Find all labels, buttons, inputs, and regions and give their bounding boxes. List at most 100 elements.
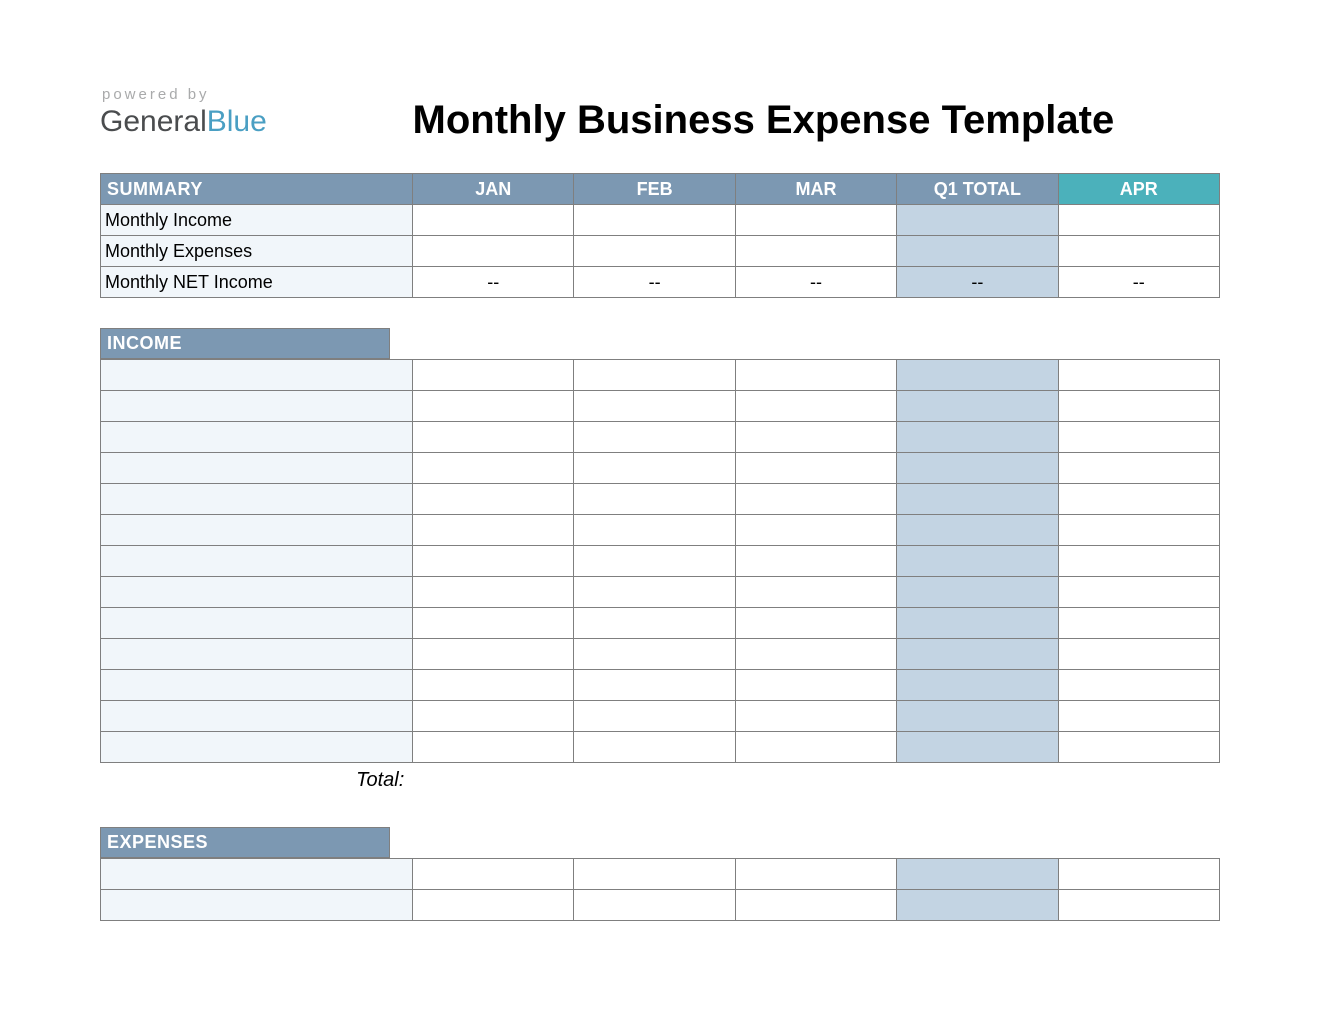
row-label-cell[interactable] [101, 732, 413, 763]
data-cell[interactable] [735, 890, 896, 921]
data-cell[interactable] [574, 890, 735, 921]
data-cell[interactable] [897, 732, 1058, 763]
data-cell[interactable] [735, 391, 896, 422]
data-cell[interactable] [735, 515, 896, 546]
data-cell[interactable] [1058, 360, 1219, 391]
data-cell[interactable] [574, 453, 735, 484]
data-cell[interactable] [574, 701, 735, 732]
data-cell[interactable] [735, 608, 896, 639]
data-cell[interactable] [735, 484, 896, 515]
data-cell[interactable] [413, 515, 574, 546]
data-cell[interactable] [413, 360, 574, 391]
row-label-cell[interactable] [101, 515, 413, 546]
data-cell[interactable] [413, 859, 574, 890]
data-cell[interactable] [1058, 391, 1219, 422]
data-cell[interactable] [1058, 639, 1219, 670]
data-cell[interactable] [413, 732, 574, 763]
data-cell[interactable] [1058, 577, 1219, 608]
data-cell[interactable] [574, 577, 735, 608]
data-cell[interactable] [897, 639, 1058, 670]
data-cell[interactable] [413, 484, 574, 515]
data-cell[interactable] [574, 859, 735, 890]
data-cell[interactable] [897, 422, 1058, 453]
row-label-cell[interactable] [101, 484, 413, 515]
data-cell[interactable] [1058, 670, 1219, 701]
summary-cell[interactable] [735, 236, 896, 267]
data-cell[interactable] [413, 608, 574, 639]
data-cell[interactable] [735, 453, 896, 484]
summary-cell[interactable] [413, 236, 574, 267]
summary-cell[interactable] [574, 205, 735, 236]
row-label-cell[interactable] [101, 391, 413, 422]
data-cell[interactable] [1058, 546, 1219, 577]
data-cell[interactable] [735, 670, 896, 701]
data-cell[interactable] [897, 360, 1058, 391]
data-cell[interactable] [574, 515, 735, 546]
data-cell[interactable] [735, 701, 896, 732]
data-cell[interactable] [1058, 422, 1219, 453]
data-cell[interactable] [1058, 701, 1219, 732]
data-cell[interactable] [413, 422, 574, 453]
data-cell[interactable] [897, 515, 1058, 546]
data-cell[interactable] [574, 422, 735, 453]
data-cell[interactable] [413, 391, 574, 422]
data-cell[interactable] [897, 391, 1058, 422]
data-cell[interactable] [735, 732, 896, 763]
data-cell[interactable] [1058, 515, 1219, 546]
row-label-cell[interactable] [101, 639, 413, 670]
row-label-cell[interactable] [101, 701, 413, 732]
row-label-cell[interactable] [101, 360, 413, 391]
data-cell[interactable] [735, 422, 896, 453]
summary-cell[interactable]: -- [897, 267, 1058, 298]
data-cell[interactable] [897, 546, 1058, 577]
data-cell[interactable] [897, 670, 1058, 701]
row-label-cell[interactable] [101, 453, 413, 484]
data-cell[interactable] [897, 701, 1058, 732]
summary-cell[interactable] [574, 236, 735, 267]
summary-cell[interactable] [1058, 205, 1219, 236]
data-cell[interactable] [574, 484, 735, 515]
data-cell[interactable] [413, 577, 574, 608]
data-cell[interactable] [897, 890, 1058, 921]
data-cell[interactable] [574, 608, 735, 639]
summary-cell[interactable]: -- [735, 267, 896, 298]
data-cell[interactable] [1058, 732, 1219, 763]
data-cell[interactable] [413, 890, 574, 921]
row-label-cell[interactable] [101, 890, 413, 921]
data-cell[interactable] [574, 732, 735, 763]
data-cell[interactable] [413, 670, 574, 701]
data-cell[interactable] [413, 639, 574, 670]
data-cell[interactable] [897, 859, 1058, 890]
data-cell[interactable] [574, 670, 735, 701]
row-label-cell[interactable] [101, 859, 413, 890]
data-cell[interactable] [897, 577, 1058, 608]
row-label-cell[interactable] [101, 577, 413, 608]
data-cell[interactable] [897, 484, 1058, 515]
data-cell[interactable] [1058, 484, 1219, 515]
row-label-cell[interactable] [101, 670, 413, 701]
data-cell[interactable] [574, 391, 735, 422]
data-cell[interactable] [897, 453, 1058, 484]
summary-cell[interactable] [735, 205, 896, 236]
summary-cell[interactable] [897, 205, 1058, 236]
data-cell[interactable] [735, 859, 896, 890]
data-cell[interactable] [413, 453, 574, 484]
data-cell[interactable] [897, 608, 1058, 639]
data-cell[interactable] [574, 639, 735, 670]
row-label-cell[interactable] [101, 546, 413, 577]
data-cell[interactable] [735, 360, 896, 391]
summary-cell[interactable]: -- [413, 267, 574, 298]
data-cell[interactable] [735, 639, 896, 670]
summary-cell[interactable] [1058, 236, 1219, 267]
data-cell[interactable] [574, 360, 735, 391]
data-cell[interactable] [413, 701, 574, 732]
data-cell[interactable] [413, 546, 574, 577]
summary-cell[interactable] [897, 236, 1058, 267]
summary-cell[interactable]: -- [1058, 267, 1219, 298]
summary-cell[interactable]: -- [574, 267, 735, 298]
data-cell[interactable] [735, 546, 896, 577]
row-label-cell[interactable] [101, 422, 413, 453]
data-cell[interactable] [574, 546, 735, 577]
data-cell[interactable] [735, 577, 896, 608]
data-cell[interactable] [1058, 890, 1219, 921]
